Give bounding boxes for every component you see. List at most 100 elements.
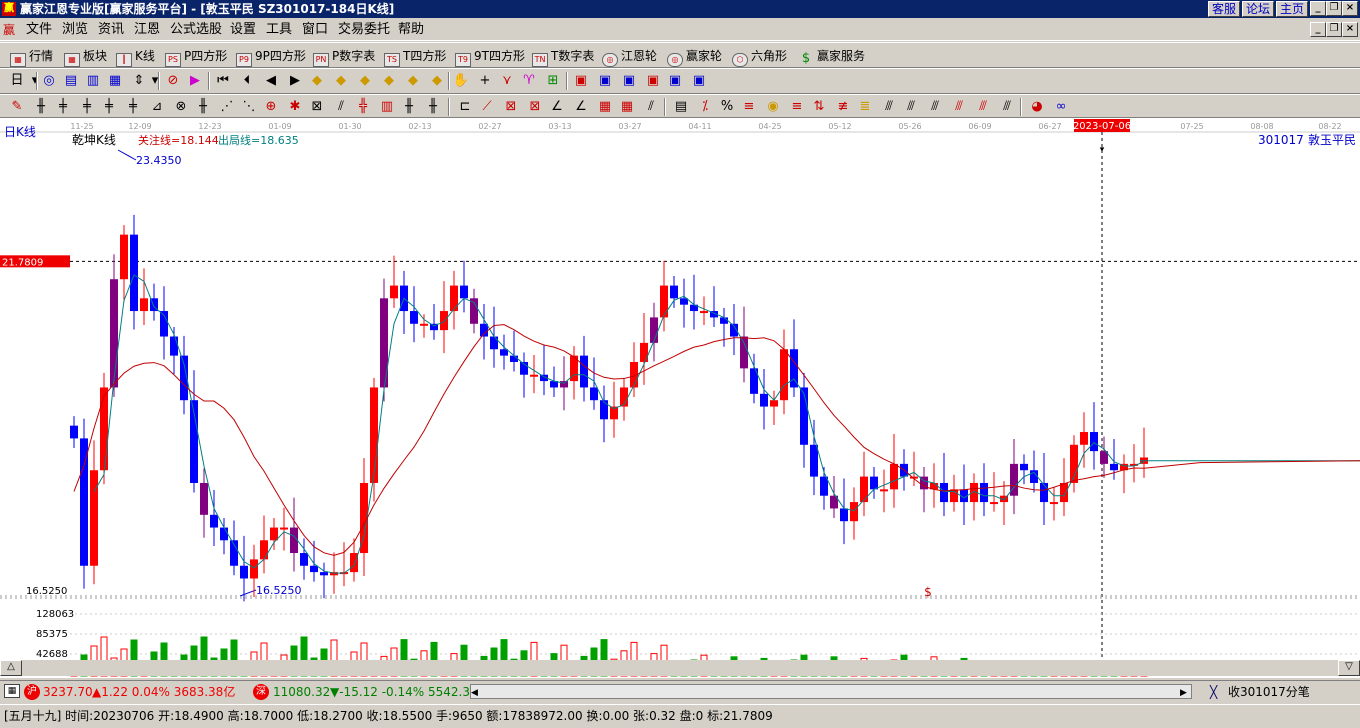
forum-button[interactable]: 论坛 [1242, 1, 1274, 17]
grid-icon[interactable]: ▥ [84, 72, 102, 90]
lines-3-icon[interactable]: ≢ [834, 98, 852, 116]
flag-icon[interactable]: ▶ [186, 72, 204, 90]
tool-x-icon[interactable]: ⫻ [880, 98, 898, 116]
calculator-icon[interactable]: ▦ [4, 684, 20, 698]
tool-15-icon[interactable]: ╬ [354, 98, 372, 116]
zigzag-icon[interactable]: ⋎ [498, 72, 516, 90]
height-dropdown-icon[interactable]: ▾ [146, 72, 164, 90]
gann-fan-icon[interactable]: ⊕ [262, 98, 280, 116]
diamond-2-icon[interactable]: ◆ [332, 72, 350, 90]
scroll-up-icon[interactable]: △ [0, 660, 22, 676]
scroll-left-icon[interactable]: ◀ [471, 685, 478, 701]
toolbar-kline[interactable]: ┃ K线 [116, 47, 155, 67]
toolbar-p-square[interactable]: PS P四方形 [165, 47, 227, 67]
menu-file[interactable]: 文件 [26, 22, 52, 38]
calendar-icon[interactable]: ▣ [572, 72, 590, 90]
percent-line-icon[interactable]: ⁒ [696, 98, 714, 116]
bracket-icon[interactable]: ⊏ [456, 98, 474, 116]
toolbar-9p-square[interactable]: P9 9P四方形 [236, 47, 306, 67]
tool-w-icon[interactable]: ⫻ [950, 98, 968, 116]
aries-icon[interactable]: ♈ [520, 72, 538, 90]
coin-icon[interactable]: ◉ [764, 98, 782, 116]
line-tool-icon[interactable]: ⟋ [478, 98, 496, 116]
menu-trade[interactable]: 交易委托 [338, 22, 390, 38]
menu-help[interactable]: 帮助 [398, 22, 424, 38]
grid-tool-2-icon[interactable]: ▦ [618, 98, 636, 116]
tool-u-icon[interactable]: ⫻ [998, 98, 1016, 116]
diamond-4-icon[interactable]: ◆ [380, 72, 398, 90]
scroll-down-icon[interactable]: ▽ [1338, 660, 1360, 676]
diamond-3-icon[interactable]: ◆ [356, 72, 374, 90]
percent-icon[interactable]: % [718, 98, 736, 116]
kline-chart[interactable]: 11-25 12-09 12-23 01-09 01-30 02-13 02-27 03-13… [0, 118, 1360, 678]
step-right-icon[interactable]: ▶ [286, 72, 304, 90]
toolbar-winner-service[interactable]: $ 赢家服务 [798, 47, 865, 65]
tool-16-icon[interactable]: ▥ [378, 98, 396, 116]
fib-lines-icon[interactable]: ╫ [32, 98, 50, 116]
star-tool-icon[interactable]: ✱ [286, 98, 304, 116]
tool-y-icon[interactable]: ⫻ [902, 98, 920, 116]
child-minimize-icon[interactable]: _ [1310, 22, 1326, 37]
scroll-right-icon[interactable]: ▶ [1180, 685, 1187, 701]
first-icon[interactable]: ⏮ [214, 72, 232, 90]
tool-4-icon[interactable]: ╪ [100, 98, 118, 116]
toolbar-9t-square[interactable]: T9 9T四方形 [455, 47, 525, 67]
tool-18-icon[interactable]: ╫ [424, 98, 442, 116]
triangle-icon[interactable]: ⊿ [148, 98, 166, 116]
table-icon[interactable]: ▦ [106, 72, 124, 90]
tool-8-icon[interactable]: ╫ [194, 98, 212, 116]
box-tool-3-icon[interactable]: ⊠ [526, 98, 544, 116]
parallel-icon[interactable]: ⫽ [332, 98, 350, 116]
monitor-icon[interactable]: ▣ [596, 72, 614, 90]
chat-icon[interactable]: ▣ [690, 72, 708, 90]
child-restore-icon[interactable]: ❐ [1326, 22, 1342, 37]
tool-9-icon[interactable]: ⋰ [218, 98, 236, 116]
lines-icon[interactable]: ≡ [740, 98, 758, 116]
diamond-6-icon[interactable]: ◆ [428, 72, 446, 90]
step-left-icon[interactable]: ◀ [262, 72, 280, 90]
menu-settings[interactable]: 设置 [230, 22, 256, 38]
pie-tool-icon[interactable]: ◕ [1028, 98, 1046, 116]
people-icon[interactable]: ▣ [666, 72, 684, 90]
period-select-icon[interactable]: 日 [8, 72, 26, 90]
angle-icon[interactable]: ∠ [548, 98, 566, 116]
zoom-icon[interactable]: ◎ [40, 72, 58, 90]
updown-icon[interactable]: ⇅ [810, 98, 828, 116]
tool-2-icon[interactable]: ╪ [54, 98, 72, 116]
screen-icon[interactable]: ▣ [620, 72, 638, 90]
restore-icon[interactable]: ❐ [1326, 1, 1342, 16]
no-icon[interactable]: ⊘ [164, 72, 182, 90]
tool-v-icon[interactable]: ⫻ [974, 98, 992, 116]
circle-tool-icon[interactable]: ⊗ [172, 98, 190, 116]
grid-tool-icon[interactable]: ▦ [596, 98, 614, 116]
tool-z-icon[interactable]: ⫻ [926, 98, 944, 116]
lines-4-icon[interactable]: ≣ [856, 98, 874, 116]
toolbar-t-square[interactable]: TS T四方形 [384, 47, 446, 67]
hand-icon[interactable]: ✋ [452, 72, 470, 90]
toolbar-t-number[interactable]: TN T数字表 [532, 47, 594, 67]
minimize-icon[interactable]: _ [1310, 1, 1326, 16]
toolbar-sector[interactable]: ▦ 板块 [64, 47, 107, 67]
crosshair-icon[interactable]: + [476, 72, 494, 90]
menu-formula-screen[interactable]: 公式选股 [170, 22, 222, 38]
status-scrollbar[interactable] [470, 684, 1192, 699]
tool-10-icon[interactable]: ⋱ [240, 98, 258, 116]
tool-17-icon[interactable]: ╫ [400, 98, 418, 116]
customer-service-button[interactable]: 客服 [1208, 1, 1240, 17]
list-icon[interactable]: ▤ [62, 72, 80, 90]
menu-info[interactable]: 资讯 [98, 22, 124, 38]
toolbar-gann-wheel[interactable]: ◎ 江恩轮 [602, 47, 657, 67]
menu-gann[interactable]: 江恩 [134, 22, 160, 38]
box-tool-icon[interactable]: ⊠ [308, 98, 326, 116]
save-icon[interactable]: ▣ [644, 72, 662, 90]
box-tool-2-icon[interactable]: ⊠ [502, 98, 520, 116]
menu-tools[interactable]: 工具 [266, 22, 292, 38]
tool-3-icon[interactable]: ╪ [78, 98, 96, 116]
channel-icon[interactable]: ⫽ [642, 98, 660, 116]
diamond-1-icon[interactable]: ◆ [308, 72, 326, 90]
tool-5-icon[interactable]: ╪ [124, 98, 142, 116]
toolbar-p-number[interactable]: PN P数字表 [313, 47, 375, 67]
select-icon[interactable]: ⊞ [544, 72, 562, 90]
infinity-icon[interactable]: ∞ [1052, 98, 1070, 116]
toolbar-winner-wheel[interactable]: ◎ 赢家轮 [667, 47, 722, 67]
